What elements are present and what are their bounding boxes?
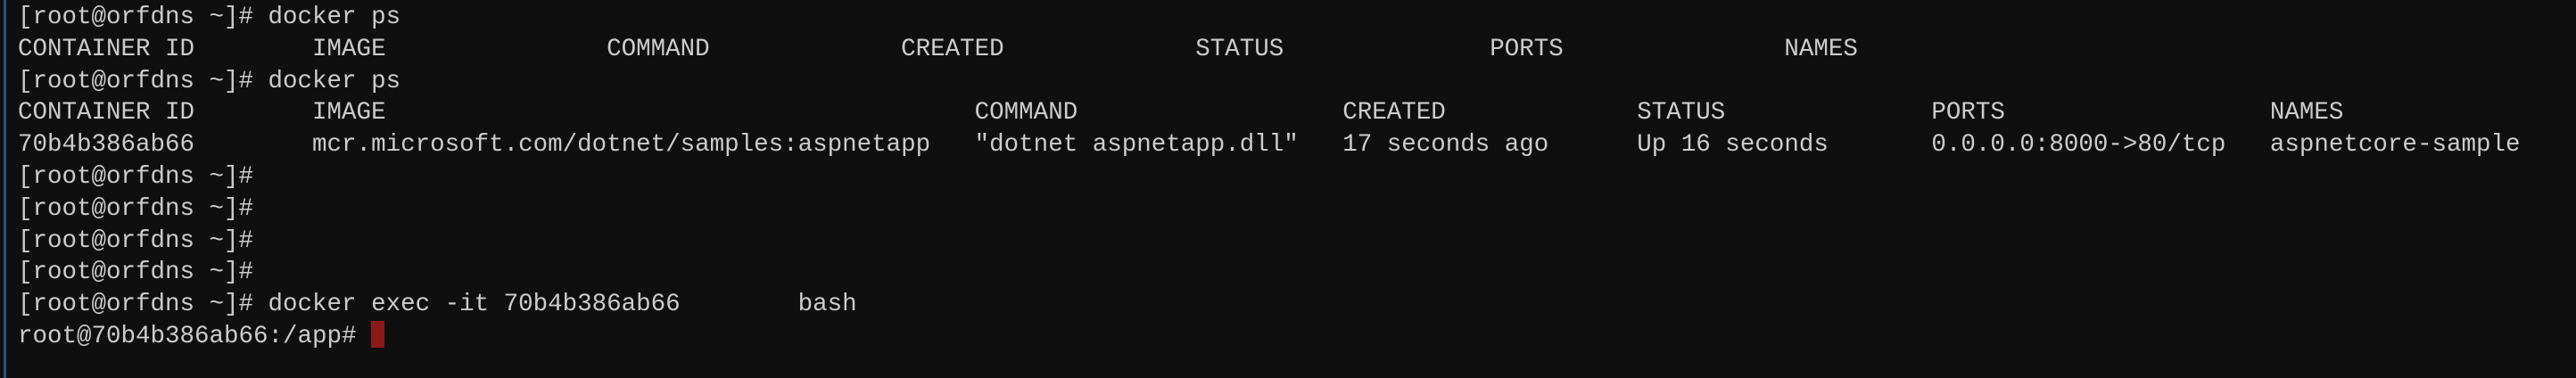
current-prompt-line[interactable]: root@70b4b386ab66:/app#	[18, 320, 2520, 353]
terminal-output[interactable]: [root@orfdns ~]# docker ps CONTAINER ID …	[18, 2, 2520, 353]
terminal-line: [root@orfdns ~]#	[18, 259, 254, 287]
window-border	[4, 0, 6, 378]
terminal-line: [root@orfdns ~]#	[18, 162, 254, 191]
terminal-line: [root@orfdns ~]# docker exec -it 70b4b38…	[18, 291, 857, 319]
terminal-line: [root@orfdns ~]#	[18, 226, 254, 255]
terminal-line: 70b4b386ab66 mcr.microsoft.com/dotnet/sa…	[18, 131, 2521, 160]
text-cursor	[371, 320, 385, 348]
shell-prompt: root@70b4b386ab66:/app#	[18, 322, 372, 350]
terminal-line: [root@orfdns ~]# docker ps	[18, 67, 401, 95]
terminal-line: CONTAINER ID IMAGE COMMAND CREATED STATU…	[18, 99, 2344, 127]
terminal-line: [root@orfdns ~]# docker ps	[18, 4, 401, 31]
terminal-line: [root@orfdns ~]#	[18, 194, 254, 223]
terminal-line: CONTAINER ID IMAGE COMMAND CREATED STATU…	[18, 35, 1858, 63]
